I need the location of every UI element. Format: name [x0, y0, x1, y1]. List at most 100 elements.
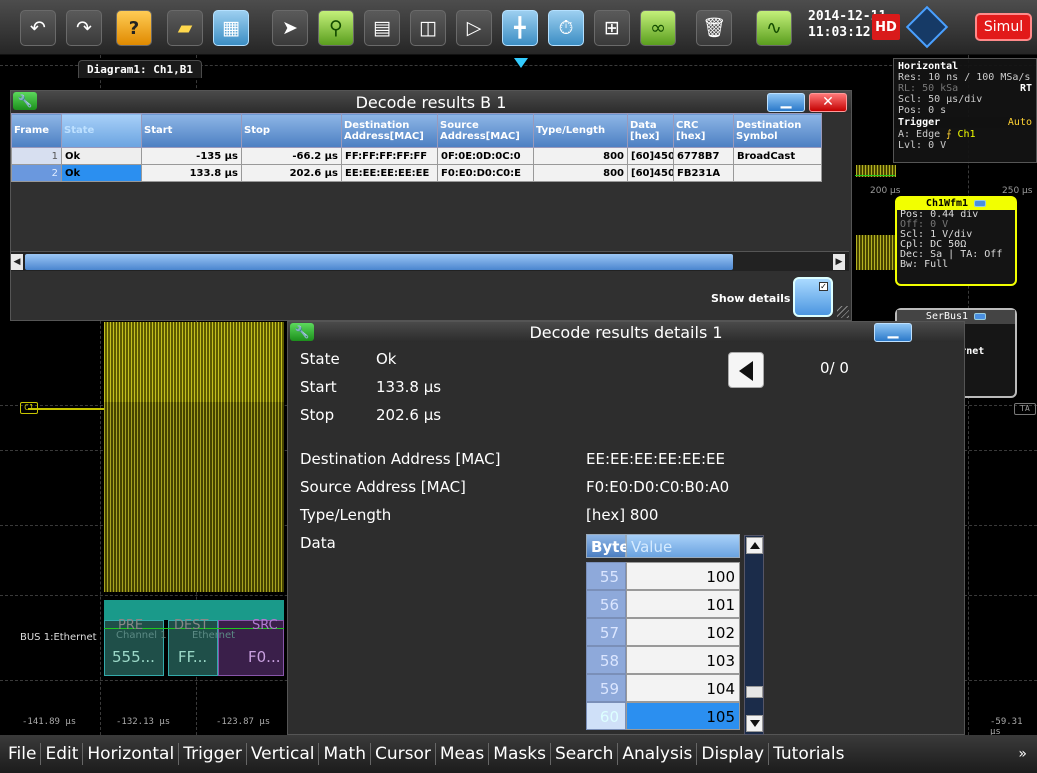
previous-button[interactable] — [728, 352, 764, 388]
col-value[interactable]: Value — [626, 534, 740, 558]
scroll-thumb[interactable] — [746, 686, 763, 698]
menu-display[interactable]: Display — [697, 743, 770, 765]
show-details-toggle[interactable]: ✓ — [793, 277, 833, 317]
scroll-thumb[interactable] — [25, 254, 733, 270]
rising-edge-icon: ⨍ — [946, 129, 952, 140]
zoom-button[interactable]: ⚲ — [318, 10, 354, 46]
delete-button[interactable]: 🗑 — [696, 10, 732, 46]
diagram-tab[interactable]: Diagram1: Ch1,B1 — [78, 60, 202, 78]
rl-value: RL: 50 kSa — [898, 83, 959, 94]
redo-button[interactable]: ↷ — [66, 10, 102, 46]
decode-results-b1-window[interactable]: 🔧 Decode results B 1 ▁ ✕ Frame State Sta… — [10, 90, 852, 321]
minimize-icon[interactable] — [974, 312, 987, 320]
decode-details-window[interactable]: 🔧 Decode results details 1 ▁ State Ok St… — [287, 321, 965, 735]
toolbar: ↶ ↷ ? ▰ ▦ ➤ ⚲ ▤ ◫ ▷ ╋ ⏱ ⊞ ∞ 🗑 ∿ 2014-12-… — [0, 0, 1037, 55]
scroll-right-icon[interactable]: ▶ — [833, 254, 845, 270]
col-frame[interactable]: Frame — [11, 113, 62, 148]
ch1-level-line — [855, 175, 895, 176]
scroll-up-button[interactable] — [746, 537, 763, 554]
table-row[interactable]: 56 101 — [586, 590, 740, 618]
menu-masks[interactable]: Masks — [489, 743, 551, 765]
menu-tutorials[interactable]: Tutorials — [769, 743, 848, 765]
layout-icon: ▦ — [222, 16, 240, 39]
trigger-level-marker[interactable]: TA — [1014, 403, 1036, 415]
menu-meas[interactable]: Meas — [436, 743, 490, 765]
cell-byte: 58 — [586, 646, 626, 674]
scroll-down-button[interactable] — [746, 715, 763, 732]
decode-details-titlebar[interactable]: 🔧 Decode results details 1 ▁ — [288, 322, 964, 342]
select-pointer-button[interactable]: ➤ — [272, 10, 308, 46]
menu-search[interactable]: Search — [551, 743, 619, 765]
ch1-settings-box[interactable]: Ch1Wfm1 Pos: 0.44 div Off: 0 V Scl: 1 V/… — [895, 196, 1017, 286]
ch1-bw: Bw: Full — [900, 259, 949, 270]
menu-cursor[interactable]: Cursor — [371, 743, 436, 765]
decode-results-b1-titlebar[interactable]: 🔧 Decode results B 1 ▁ ✕ — [11, 91, 851, 113]
state-label: State — [300, 350, 340, 368]
layout-button[interactable]: ▦ — [213, 10, 249, 46]
menu-analysis[interactable]: Analysis — [618, 743, 698, 765]
bus-seg-pre-value: 555... — [112, 648, 155, 666]
col-stop[interactable]: Stop — [241, 113, 342, 148]
scroll-left-icon[interactable]: ◀ — [11, 254, 23, 270]
table-row[interactable]: 59 104 — [586, 674, 740, 702]
menu-more-icon[interactable]: » — [1018, 746, 1027, 762]
col-type-length[interactable]: Type/Length — [533, 113, 628, 148]
table-row[interactable]: 57 102 — [586, 618, 740, 646]
trigger-position-marker[interactable] — [514, 58, 528, 68]
mask-button[interactable]: ◫ — [410, 10, 446, 46]
col-data[interactable]: Data [hex] — [627, 113, 674, 148]
pointer-icon: ➤ — [282, 16, 298, 39]
menu-edit[interactable]: Edit — [41, 743, 84, 765]
menu-vertical[interactable]: Vertical — [247, 743, 320, 765]
col-dest-symbol[interactable]: Destination Symbol — [733, 113, 822, 148]
time-label-200: 200 µs — [870, 186, 901, 196]
menu-horizontal[interactable]: Horizontal — [83, 743, 180, 765]
table-row[interactable]: 2 Ok 133.8 µs 202.6 µs EE:EE:EE:EE:EE F0… — [11, 164, 822, 182]
search-button[interactable]: ▷ — [456, 10, 492, 46]
simul-button[interactable]: Simul — [975, 13, 1032, 41]
bus-frame-bar — [104, 600, 284, 620]
menu-file[interactable]: File — [4, 743, 42, 765]
menu-math[interactable]: Math — [319, 743, 371, 765]
col-state[interactable]: State — [61, 113, 142, 148]
cell-value: 100 — [626, 562, 740, 590]
undo-button[interactable]: ↶ — [20, 10, 56, 46]
cell-value: 103 — [626, 646, 740, 674]
vertical-scrollbar[interactable] — [744, 535, 764, 735]
table-row[interactable]: 55 100 — [586, 562, 740, 590]
stop-value: 202.6 µs — [376, 406, 442, 424]
cell-data: [60]450 — [627, 164, 674, 182]
horizontal-trigger-panel[interactable]: Horizontal Res: 10 ns / 100 MSa/s RL: 50… — [893, 58, 1037, 163]
close-button[interactable]: ✕ — [809, 93, 847, 112]
open-file-button[interactable]: ▰ — [167, 10, 203, 46]
menu-trigger[interactable]: Trigger — [179, 743, 247, 765]
col-start[interactable]: Start — [141, 113, 242, 148]
fft-button[interactable]: ⊞ — [594, 10, 630, 46]
signal-button[interactable]: ∿ — [756, 10, 792, 46]
stop-label: Stop — [300, 406, 335, 424]
minimize-button[interactable]: ▁ — [874, 323, 912, 342]
measure-button[interactable]: ╋ — [502, 10, 538, 46]
minimize-button[interactable]: ▁ — [767, 93, 805, 112]
spectrum-button[interactable]: ∞ — [640, 10, 676, 46]
table-row[interactable]: 58 103 — [586, 646, 740, 674]
trigger-mode: Auto — [1007, 117, 1032, 128]
table-row[interactable]: 1 Ok -135 µs -66.2 µs FF:FF:FF:FF:FF 0F:… — [11, 147, 822, 165]
bus-seg-dest-value: FF... — [178, 648, 208, 666]
help-button[interactable]: ? — [116, 10, 152, 46]
cell-frame: 1 — [11, 147, 62, 165]
minimize-icon[interactable] — [974, 199, 987, 207]
search-icon: ▷ — [466, 16, 482, 39]
ch1-marker-label[interactable]: C1 — [20, 402, 38, 414]
hd-badge[interactable]: HD — [872, 14, 900, 40]
horizontal-scrollbar[interactable]: ◀ ▶ — [11, 251, 849, 271]
hist-button[interactable]: ▤ — [364, 10, 400, 46]
arrow-down-icon — [750, 720, 760, 727]
col-crc[interactable]: CRC [hex] — [673, 113, 734, 148]
timer-button[interactable]: ⏱ — [548, 10, 584, 46]
col-src-addr[interactable]: Source Address[MAC] — [437, 113, 534, 148]
table-row[interactable]: 60 105 — [586, 702, 740, 730]
resize-grip-icon[interactable] — [837, 306, 849, 318]
col-dest-addr[interactable]: Destination Address[MAC] — [341, 113, 438, 148]
col-byte[interactable]: Byte — [586, 534, 630, 558]
